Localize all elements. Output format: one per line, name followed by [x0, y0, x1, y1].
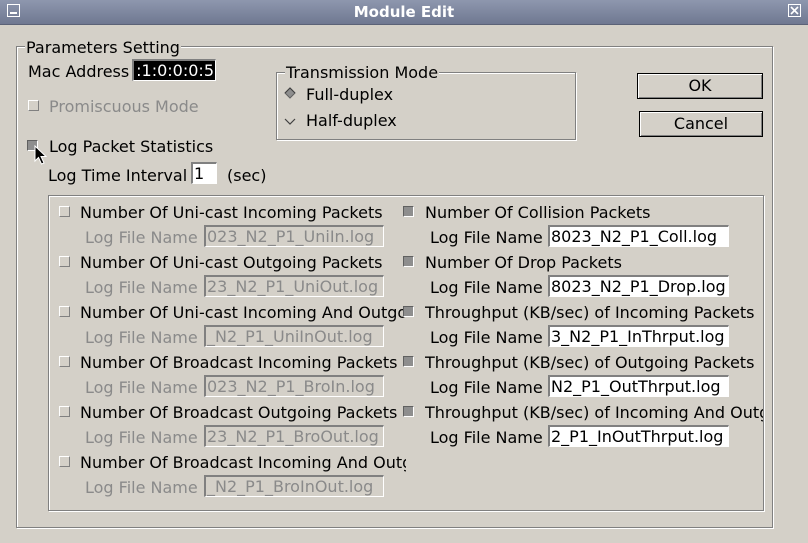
- mac-address-input[interactable]: :1:0:0:0:5: [132, 59, 216, 81]
- left-stat-checkbox[interactable]: [59, 406, 70, 417]
- right-stat-label: Number Of Drop Packets: [425, 253, 622, 272]
- cancel-button[interactable]: Cancel: [639, 111, 763, 137]
- left-log-file-name-label: Log File Name: [85, 478, 198, 497]
- left-stat-checkbox[interactable]: [59, 356, 70, 367]
- right-log-file-name-label: Log File Name: [430, 378, 543, 397]
- half-duplex-radio[interactable]: [284, 115, 296, 127]
- log-time-interval-input[interactable]: 1: [191, 162, 217, 184]
- left-log-file-input[interactable]: 023_N2_P1_BroIn.log: [204, 375, 384, 397]
- right-log-file-name-label: Log File Name: [430, 428, 543, 447]
- right-stat-label: Throughput (KB/sec) of Incoming And Outg: [425, 403, 763, 422]
- right-log-file-name-label: Log File Name: [430, 278, 543, 297]
- left-stat-checkbox[interactable]: [59, 206, 70, 217]
- mouse-pointer-icon: [34, 145, 48, 165]
- left-log-file-name-label: Log File Name: [85, 228, 198, 247]
- left-log-file-name-label: Log File Name: [85, 278, 198, 297]
- transmission-mode-legend: Transmission Mode: [285, 63, 440, 82]
- title-bar[interactable]: Module Edit: [0, 0, 808, 25]
- right-stat-checkbox[interactable]: [403, 206, 414, 217]
- right-log-file-name-label: Log File Name: [430, 228, 543, 247]
- promiscuous-mode-label: Promiscuous Mode: [49, 97, 199, 116]
- left-log-file-name-label: Log File Name: [85, 378, 198, 397]
- right-stat-label: Number Of Collision Packets: [425, 203, 651, 222]
- left-log-file-input[interactable]: _N2_P1_BroInOut.log: [204, 475, 384, 497]
- right-stat-label: Throughput (KB/sec) of Outgoing Packets: [425, 353, 755, 372]
- left-stat-label: Number Of Uni-cast Outgoing Packets: [80, 253, 383, 272]
- window-title: Module Edit: [353, 3, 455, 21]
- left-stat-label: Number Of Broadcast Outgoing Packets: [80, 403, 398, 422]
- parameters-setting-legend: Parameters Setting: [25, 38, 181, 57]
- close-icon[interactable]: [788, 4, 801, 17]
- right-log-file-input[interactable]: 8023_N2_P1_Coll.log: [548, 225, 729, 247]
- left-stat-checkbox[interactable]: [59, 456, 70, 467]
- ok-button[interactable]: OK: [637, 73, 763, 99]
- log-packet-statistics-label: Log Packet Statistics: [49, 137, 214, 156]
- half-duplex-label: Half-duplex: [306, 111, 397, 130]
- right-log-file-input[interactable]: N2_P1_OutThrput.log: [548, 375, 729, 397]
- left-stat-label: Number Of Broadcast Incoming Packets: [80, 353, 398, 372]
- left-log-file-input[interactable]: _N2_P1_UniInOut.log: [204, 325, 384, 347]
- full-duplex-radio[interactable]: [284, 87, 296, 99]
- left-log-file-name-label: Log File Name: [85, 328, 198, 347]
- right-stat-checkbox[interactable]: [403, 406, 414, 417]
- full-duplex-label: Full-duplex: [306, 85, 394, 104]
- right-stat-label: Throughput (KB/sec) of Incoming Packets: [425, 303, 755, 322]
- right-stat-checkbox[interactable]: [403, 356, 414, 367]
- left-stat-label: Number Of Uni-cast Incoming And Outgo: [80, 303, 406, 322]
- log-time-interval-unit: (sec): [227, 166, 267, 185]
- left-log-file-input[interactable]: 23_N2_P1_UniOut.log: [204, 275, 384, 297]
- right-log-file-input[interactable]: 2_P1_InOutThrput.log: [548, 425, 729, 447]
- left-stat-checkbox[interactable]: [59, 306, 70, 317]
- left-log-file-input[interactable]: 023_N2_P1_UniIn.log: [204, 225, 384, 247]
- mac-address-label: Mac Address: [28, 62, 130, 81]
- left-log-file-name-label: Log File Name: [85, 428, 198, 447]
- log-time-interval-label: Log Time Interval: [48, 166, 188, 185]
- module-edit-dialog: Module Edit Parameters Setting Mac Addre…: [0, 0, 808, 543]
- right-stat-checkbox[interactable]: [403, 306, 414, 317]
- right-log-file-name-label: Log File Name: [430, 328, 543, 347]
- left-stat-label: Number Of Broadcast Incoming And Outg: [80, 453, 406, 472]
- right-log-file-input[interactable]: 3_N2_P1_InThrput.log: [548, 325, 729, 347]
- left-stat-label: Number Of Uni-cast Incoming Packets: [80, 203, 383, 222]
- left-log-file-input[interactable]: 23_N2_P1_BroOut.log: [204, 425, 384, 447]
- left-stat-checkbox[interactable]: [59, 256, 70, 267]
- right-log-file-input[interactable]: 8023_N2_P1_Drop.log: [548, 275, 729, 297]
- right-stat-checkbox[interactable]: [403, 256, 414, 267]
- promiscuous-mode-checkbox[interactable]: [28, 100, 39, 111]
